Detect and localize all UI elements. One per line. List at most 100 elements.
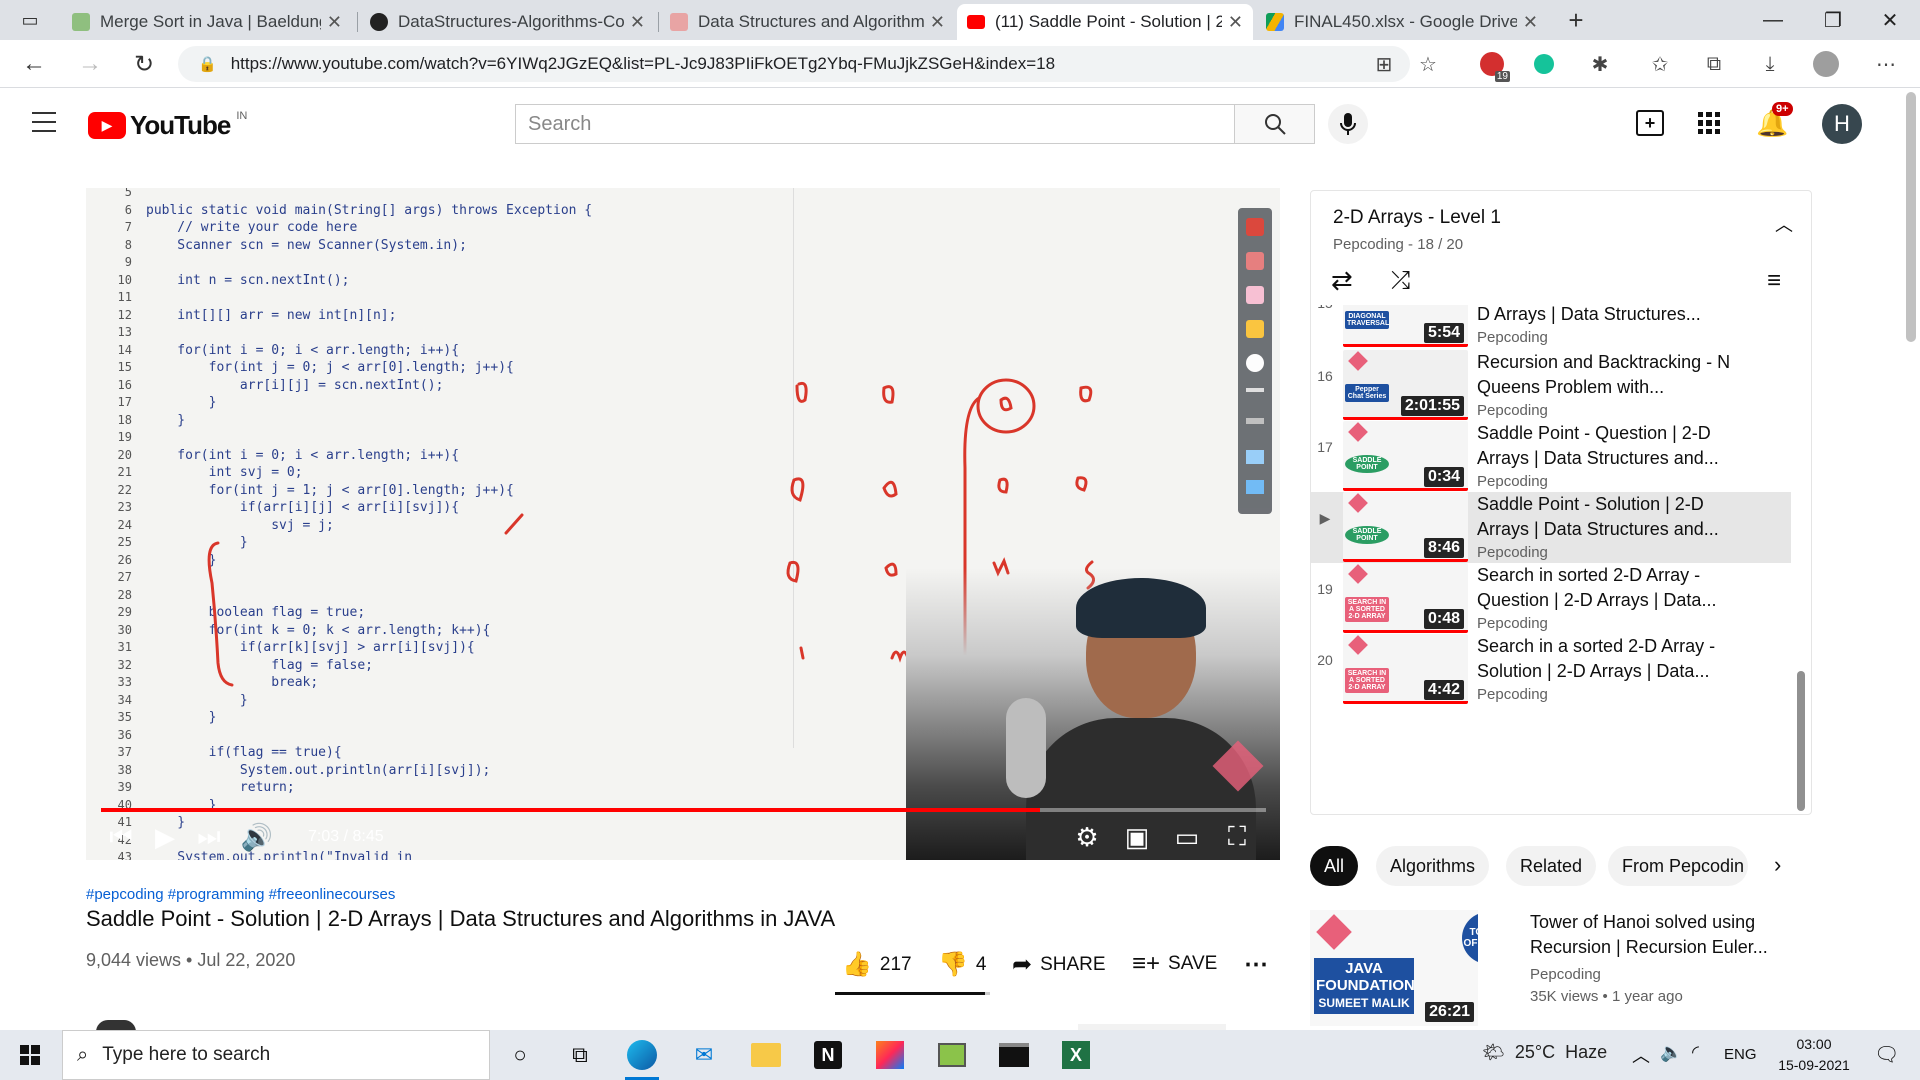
tab-pdf[interactable]: Data Structures and Algorithms f ✕ bbox=[660, 4, 955, 40]
notion-icon[interactable]: N bbox=[808, 1035, 848, 1075]
playlist-item-thumbnail[interactable]: SADDLE POINT 0:34 bbox=[1343, 421, 1468, 491]
like-button[interactable]: 👍 217 bbox=[842, 950, 912, 979]
playlist-item-title[interactable]: Saddle Point - Solution | 2-D Arrays | D… bbox=[1477, 492, 1747, 542]
chip-related[interactable]: Related bbox=[1506, 846, 1597, 886]
next-button[interactable]: ⏭ bbox=[192, 820, 226, 854]
playlist-item-thumbnail[interactable]: SADDLE POINT 8:46 bbox=[1343, 492, 1468, 562]
address-bar[interactable]: 🔒 https://www.youtube.com/watch?v=6YIWq2… bbox=[178, 46, 1410, 82]
forward-icon[interactable]: → bbox=[72, 46, 108, 82]
collections-icon[interactable]: ⧉ bbox=[1700, 50, 1728, 78]
play-button[interactable]: ▶ bbox=[148, 820, 182, 854]
line-tool-icon[interactable] bbox=[1246, 388, 1264, 392]
progress-bar[interactable] bbox=[101, 808, 1266, 812]
tab-baeldung[interactable]: Merge Sort in Java | Baeldung ✕ bbox=[62, 4, 352, 40]
tray-chevron-icon[interactable]: ︿ bbox=[1632, 1042, 1650, 1068]
tab-google-drive[interactable]: FINAL450.xlsx - Google Drive ✕ bbox=[1256, 4, 1548, 40]
previous-button[interactable]: ⏮ bbox=[104, 820, 138, 854]
playlist-item-channel[interactable]: Pepcoding bbox=[1477, 615, 1548, 632]
create-video-icon[interactable]: + bbox=[1636, 110, 1664, 136]
miniplayer-icon[interactable]: ▣ bbox=[1120, 820, 1154, 854]
playlist-scrollbar[interactable] bbox=[1797, 671, 1805, 811]
add-favorite-icon[interactable]: ☆ bbox=[1414, 50, 1442, 78]
playlist-title[interactable]: 2-D Arrays - Level 1 bbox=[1333, 207, 1501, 229]
voice-search-button[interactable] bbox=[1328, 104, 1368, 144]
chip-algorithms[interactable]: Algorithms bbox=[1376, 846, 1490, 886]
clear-tool-icon[interactable] bbox=[1246, 418, 1264, 424]
image-editor-icon[interactable] bbox=[932, 1035, 972, 1075]
search-input[interactable]: Search bbox=[515, 104, 1235, 144]
action-center-icon[interactable]: 🗨 bbox=[1874, 1042, 1899, 1067]
shuffle-icon[interactable]: ⤮ bbox=[1391, 267, 1410, 295]
playlist-item[interactable]: 20 SEARCH IN A SORTED 2-D ARRAY 4:42 Search… bbox=[1311, 634, 1791, 721]
close-tab-icon[interactable]: ✕ bbox=[327, 12, 342, 33]
playlist-menu-icon[interactable]: ≡ bbox=[1767, 267, 1781, 295]
apps-icon[interactable]: ⊞ bbox=[1370, 50, 1398, 78]
close-window-icon[interactable]: ✕ bbox=[1862, 0, 1918, 40]
reload-icon[interactable]: ↻ bbox=[126, 46, 162, 82]
adblock-extension-icon[interactable]: 19 bbox=[1478, 50, 1510, 82]
collapse-chevron-icon[interactable]: ︿ bbox=[1775, 211, 1793, 237]
page-scrollbar[interactable] bbox=[1906, 92, 1916, 342]
settings-gear-icon[interactable]: ⚙ bbox=[1070, 820, 1104, 854]
tab-github[interactable]: DataStructures-Algorithms-Com ✕ bbox=[360, 4, 655, 40]
wifi-tray-icon[interactable]: ◜ bbox=[1692, 1042, 1699, 1063]
theater-mode-icon[interactable]: ▭ bbox=[1170, 820, 1204, 854]
close-tab-icon[interactable]: ✕ bbox=[930, 12, 945, 33]
playlist-item-thumbnail[interactable]: SEARCH IN A SORTED 2-D ARRAY 4:42 bbox=[1343, 634, 1468, 704]
terminal-icon[interactable] bbox=[994, 1035, 1034, 1075]
windows-start-icon[interactable] bbox=[10, 1035, 50, 1075]
highlighter-tool-icon[interactable] bbox=[1246, 320, 1264, 338]
back-icon[interactable]: ← bbox=[16, 46, 52, 82]
playlist-item-thumbnail[interactable]: DIAGONAL TRAVERSAL 5:54 bbox=[1343, 305, 1468, 347]
grammarly-icon[interactable] bbox=[1530, 50, 1558, 78]
video-player[interactable]: 5 6 7 8 9 10 11 12 13 14 15 16 17 18 19 20 21 22 23 24 25 26 2… bbox=[86, 188, 1280, 860]
playlist-item-channel[interactable]: Pepcoding bbox=[1477, 544, 1548, 561]
chips-next-chevron-icon[interactable]: › bbox=[1774, 852, 1781, 878]
volume-tray-icon[interactable]: 🔈 bbox=[1660, 1042, 1682, 1063]
annotation-toolbar[interactable] bbox=[1238, 208, 1272, 514]
screen-tool-icon[interactable] bbox=[1246, 450, 1264, 464]
edge-browser-icon[interactable] bbox=[622, 1035, 662, 1075]
playlist-item-channel[interactable]: Pepcoding bbox=[1477, 329, 1548, 346]
chip-all[interactable]: All bbox=[1310, 846, 1359, 886]
downloads-icon[interactable]: ⤓ bbox=[1756, 50, 1784, 78]
weather-widget[interactable]: 🌤 25°C Haze bbox=[1482, 1042, 1607, 1063]
marker-tool-icon[interactable] bbox=[1246, 252, 1264, 270]
cortana-icon[interactable]: ○ bbox=[500, 1035, 540, 1075]
playlist-item-thumbnail[interactable]: Pepper Chat Series 2:01:55 bbox=[1343, 350, 1468, 420]
minimize-icon[interactable]: — bbox=[1745, 0, 1801, 40]
playlist-item-title[interactable]: Diagonal Traversal - Solution | 2-D Arra… bbox=[1477, 305, 1747, 327]
recommended-channel[interactable]: Pepcoding bbox=[1530, 966, 1601, 983]
maximize-icon[interactable]: ❐ bbox=[1805, 0, 1861, 40]
excel-icon[interactable]: X bbox=[1056, 1035, 1096, 1075]
loop-playlist-icon[interactable]: ⇄ bbox=[1331, 265, 1353, 296]
recommended-thumbnail[interactable]: JAVA FOUNDATIONSUMEET MALIK TOWER OF HAN… bbox=[1310, 910, 1478, 1026]
playlist-item-channel[interactable]: Pepcoding bbox=[1477, 473, 1548, 490]
playlist-item-channel[interactable]: Pepcoding bbox=[1477, 686, 1548, 703]
youtube-logo[interactable]: ▶ YouTube IN bbox=[88, 110, 247, 141]
hamburger-menu-icon[interactable] bbox=[32, 112, 56, 132]
playlist-item-title[interactable]: Search in sorted 2-D Array - Question | … bbox=[1477, 563, 1747, 613]
task-view-icon[interactable]: ⧉ bbox=[560, 1035, 600, 1075]
close-tab-icon[interactable]: ✕ bbox=[1228, 12, 1243, 33]
playlist-item-title[interactable]: Search in a sorted 2-D Array - Solution … bbox=[1477, 634, 1747, 684]
tab-youtube-active[interactable]: (11) Saddle Point - Solution | 2-D ✕ bbox=[957, 4, 1253, 40]
clock[interactable]: 03:00 15-09-2021 bbox=[1766, 1034, 1862, 1076]
file-explorer-icon[interactable] bbox=[746, 1035, 786, 1075]
recommended-title[interactable]: Tower of Hanoi solved using Recursion | … bbox=[1530, 910, 1780, 960]
eraser-tool-icon[interactable] bbox=[1246, 286, 1264, 304]
close-tab-icon[interactable]: ✕ bbox=[1523, 12, 1538, 33]
playlist-item[interactable]: ▶ SADDLE POINT 8:46 Saddle Point - Solution… bbox=[1311, 492, 1791, 563]
video-hashtags[interactable]: #pepcoding #programming #freeonlinecours… bbox=[86, 886, 395, 903]
language-indicator[interactable]: ENG bbox=[1724, 1046, 1757, 1063]
more-actions-icon[interactable]: ⋯ bbox=[1244, 950, 1268, 979]
pen-tool-icon[interactable] bbox=[1246, 218, 1264, 236]
settings-more-icon[interactable]: ⋯ bbox=[1872, 50, 1900, 78]
playlist-item-thumbnail[interactable]: SEARCH IN A SORTED 2-D ARRAY 0:48 bbox=[1343, 563, 1468, 633]
pointer-tool-icon[interactable] bbox=[1246, 354, 1264, 372]
tab-actions-icon[interactable]: ▭ bbox=[12, 2, 48, 38]
notifications-icon[interactable]: 🔔 9+ bbox=[1756, 102, 1793, 138]
new-tab-icon[interactable]: + bbox=[1558, 2, 1594, 38]
mail-icon[interactable]: ✉ bbox=[684, 1035, 724, 1075]
taskbar-search-box[interactable]: ⌕ Type here to search bbox=[62, 1030, 490, 1080]
